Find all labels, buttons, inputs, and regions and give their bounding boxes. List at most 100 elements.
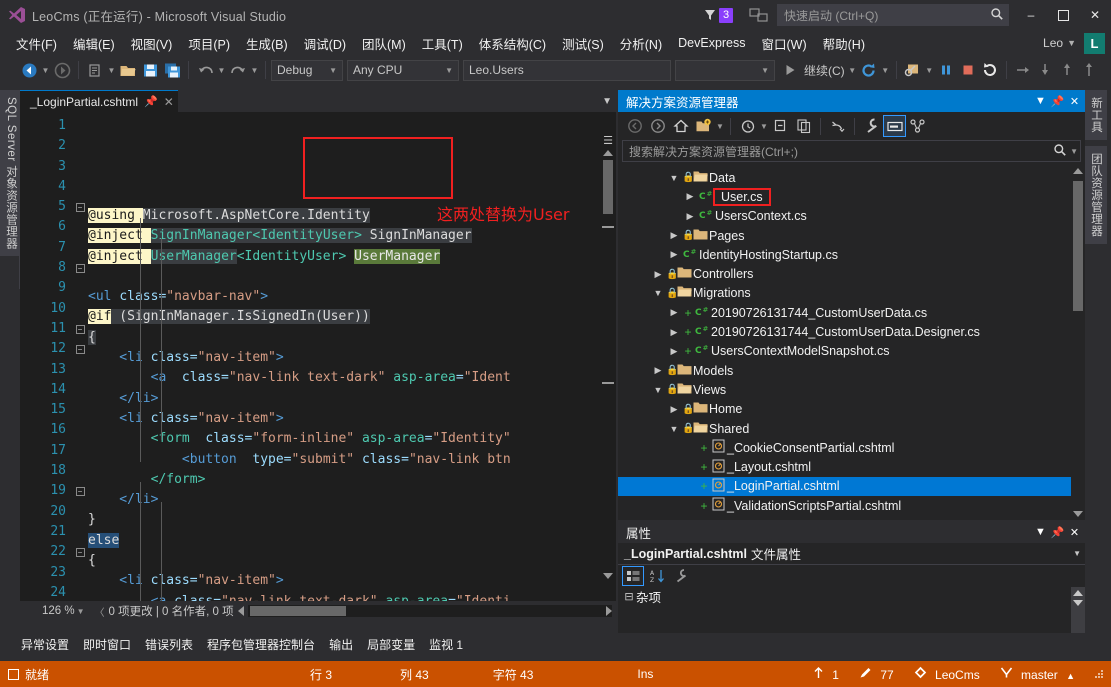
source-code[interactable]: @using Microsoft.AspNetCore.Identity @inj… [88, 112, 616, 601]
save-icon[interactable] [139, 59, 161, 81]
fold-marker[interactable]: − [72, 542, 88, 562]
stop-debugging-icon[interactable] [957, 59, 979, 81]
chevron-right-icon[interactable]: ▶ [666, 346, 682, 357]
collapse-icon[interactable]: ⊟ [622, 590, 636, 603]
properties-icon[interactable] [860, 115, 883, 137]
preview-selected-items-icon[interactable] [883, 115, 906, 137]
step-over-icon[interactable] [1012, 59, 1034, 81]
tab-output[interactable]: 输出 [322, 634, 360, 655]
code-line[interactable]: <a class="nav-link text-dark" asp-area="… [88, 592, 616, 601]
chevron-down-icon[interactable]: ▼ [650, 385, 666, 395]
menu-item-analyze[interactable]: 分析(N) [612, 31, 670, 56]
restart-dropdown-icon[interactable]: ▼ [880, 59, 891, 81]
tree-item[interactable]: + _ValidationScriptsPartial.cshtml [618, 496, 1085, 515]
save-all-icon[interactable] [161, 59, 183, 81]
tab-package-manager-console[interactable]: 程序包管理器控制台 [200, 634, 322, 655]
chevron-down-icon[interactable]: ▼ [666, 173, 682, 183]
menu-item-help[interactable]: 帮助(H) [815, 31, 873, 56]
collapse-all-icon[interactable] [769, 115, 792, 137]
codelens-changes-text[interactable]: 0 项更改 | 0 名作者, 0 项 [109, 603, 234, 619]
search-icon[interactable] [1053, 143, 1067, 160]
chevron-down-icon[interactable]: ▼ [759, 115, 769, 137]
menu-item-debug[interactable]: 调试(D) [296, 31, 354, 56]
avatar[interactable]: L [1084, 32, 1105, 54]
chevron-right-icon[interactable]: ▶ [666, 404, 682, 415]
tree-item[interactable]: ▶ 🔒 Models [618, 361, 1085, 380]
code-line[interactable]: </li> [88, 490, 616, 510]
tree-item[interactable]: ▶ 🔒 Home [618, 400, 1085, 419]
fold-marker[interactable]: − [72, 481, 88, 501]
break-all-icon[interactable] [935, 59, 957, 81]
tree-item[interactable]: + _LoginPartial.cshtml [618, 476, 1085, 497]
property-pages-icon[interactable] [670, 566, 692, 586]
pin-icon[interactable]: 📌 [144, 95, 158, 108]
editor-horizontal-scrollbar[interactable] [237, 604, 616, 618]
code-line[interactable]: </form> [88, 470, 616, 490]
solution-tree[interactable]: ▼ 🔒 Data ▶ C # User.cs ▶ C # UsersContext.cs ▶ 🔒 Page… [618, 165, 1085, 520]
undo-icon[interactable] [194, 59, 216, 81]
open-file-icon[interactable] [117, 59, 139, 81]
tree-item[interactable]: ▼ 🔒 Shared [618, 419, 1085, 438]
chevron-down-icon[interactable]: ▼ [1032, 523, 1049, 541]
redo-icon[interactable] [227, 59, 249, 81]
attach-to-process-icon[interactable] [902, 59, 924, 81]
chevron-down-icon[interactable]: ▼ [666, 424, 682, 434]
scroll-left-arrow[interactable] [237, 606, 244, 616]
branch-status[interactable]: master ▲ [990, 666, 1085, 682]
solution-explorer-search-input[interactable]: 搜索解决方案资源管理器(Ctrl+;) ▼ [622, 140, 1081, 162]
tab-locals[interactable]: 局部变量 [360, 634, 422, 655]
code-line[interactable]: else [88, 531, 616, 551]
navigate-back-dropdown-icon[interactable]: ▼ [40, 59, 51, 81]
tree-item[interactable]: ▶ + C #20190726131744_CustomUserData.cs [618, 303, 1085, 322]
fold-marker[interactable]: − [72, 339, 88, 359]
tab-error-list[interactable]: 错误列表 [138, 634, 200, 655]
pin-icon[interactable]: 📌 [1049, 92, 1066, 110]
account-name[interactable]: Leo [1043, 36, 1063, 50]
code-line[interactable]: @inject UserManager<IdentityUser> UserMa… [88, 247, 616, 267]
code-line[interactable]: <li class="nav-item"> [88, 571, 616, 591]
restart-icon[interactable] [858, 59, 880, 81]
chevron-right-icon[interactable]: ▶ [682, 191, 698, 202]
undo-dropdown-icon[interactable]: ▼ [216, 59, 227, 81]
chevron-right-icon[interactable]: ▶ [666, 327, 682, 338]
scroll-down-arrow[interactable] [1073, 511, 1083, 517]
solution-configuration-combo[interactable]: Debug ▼ [271, 59, 343, 81]
code-text-area[interactable]: 1234567891011121314151617181920212223242… [20, 112, 616, 601]
publish-status[interactable]: 1 [803, 666, 849, 682]
back-icon[interactable] [623, 115, 646, 137]
continue-play-icon[interactable] [779, 59, 801, 81]
code-line[interactable]: } [88, 510, 616, 530]
chevron-right-icon[interactable]: ▶ [650, 365, 666, 376]
target-combo[interactable]: ▼ [675, 59, 775, 81]
code-line[interactable]: <li class="nav-item"> [88, 409, 616, 429]
scroll-down-arrow[interactable] [1073, 600, 1083, 606]
menu-item-architecture[interactable]: 体系结构(C) [471, 31, 554, 56]
solution-platform-combo[interactable]: Any CPU ▼ [347, 59, 459, 81]
show-all-files-icon[interactable] [792, 115, 815, 137]
maximize-button[interactable] [1047, 0, 1079, 30]
scroll-up-arrow[interactable] [1073, 168, 1083, 174]
close-icon[interactable]: ✕ [1066, 92, 1083, 110]
code-line[interactable]: <button type="submit" class="nav-link bt… [88, 450, 616, 470]
code-line[interactable]: <ul class="navbar-nav"> [88, 287, 616, 307]
feedback-icon[interactable] [749, 7, 769, 23]
home-icon[interactable] [669, 115, 692, 137]
branch-caret-icon[interactable]: ▲ [1066, 671, 1075, 681]
hscroll-thumb[interactable] [249, 606, 346, 616]
menu-item-view[interactable]: 视图(V) [123, 31, 181, 56]
pin-icon[interactable]: 📌 [1049, 523, 1066, 541]
forward-icon[interactable] [646, 115, 669, 137]
step-out-icon[interactable] [1056, 59, 1078, 81]
refresh-icon[interactable] [826, 115, 849, 137]
chevron-right-icon[interactable]: ▶ [666, 249, 682, 260]
tab-exception-settings[interactable]: 异常设置 [14, 634, 76, 655]
tree-item[interactable]: ▼ 🔒 Migrations [618, 284, 1085, 303]
tab-watch-1[interactable]: 监视 1 [422, 634, 470, 655]
chevron-down-icon[interactable]: ▼ [1073, 549, 1081, 558]
tree-item[interactable]: ▶ 🔒 Controllers [618, 264, 1085, 283]
chevron-down-icon[interactable]: ▼ [77, 607, 85, 616]
fold-marker[interactable]: − [72, 319, 88, 339]
quick-launch-input[interactable]: 快速启动 (Ctrl+Q) [777, 4, 1009, 26]
property-category-row[interactable]: ⊟ 杂项 [618, 587, 1085, 606]
code-line[interactable]: </li> [88, 389, 616, 409]
